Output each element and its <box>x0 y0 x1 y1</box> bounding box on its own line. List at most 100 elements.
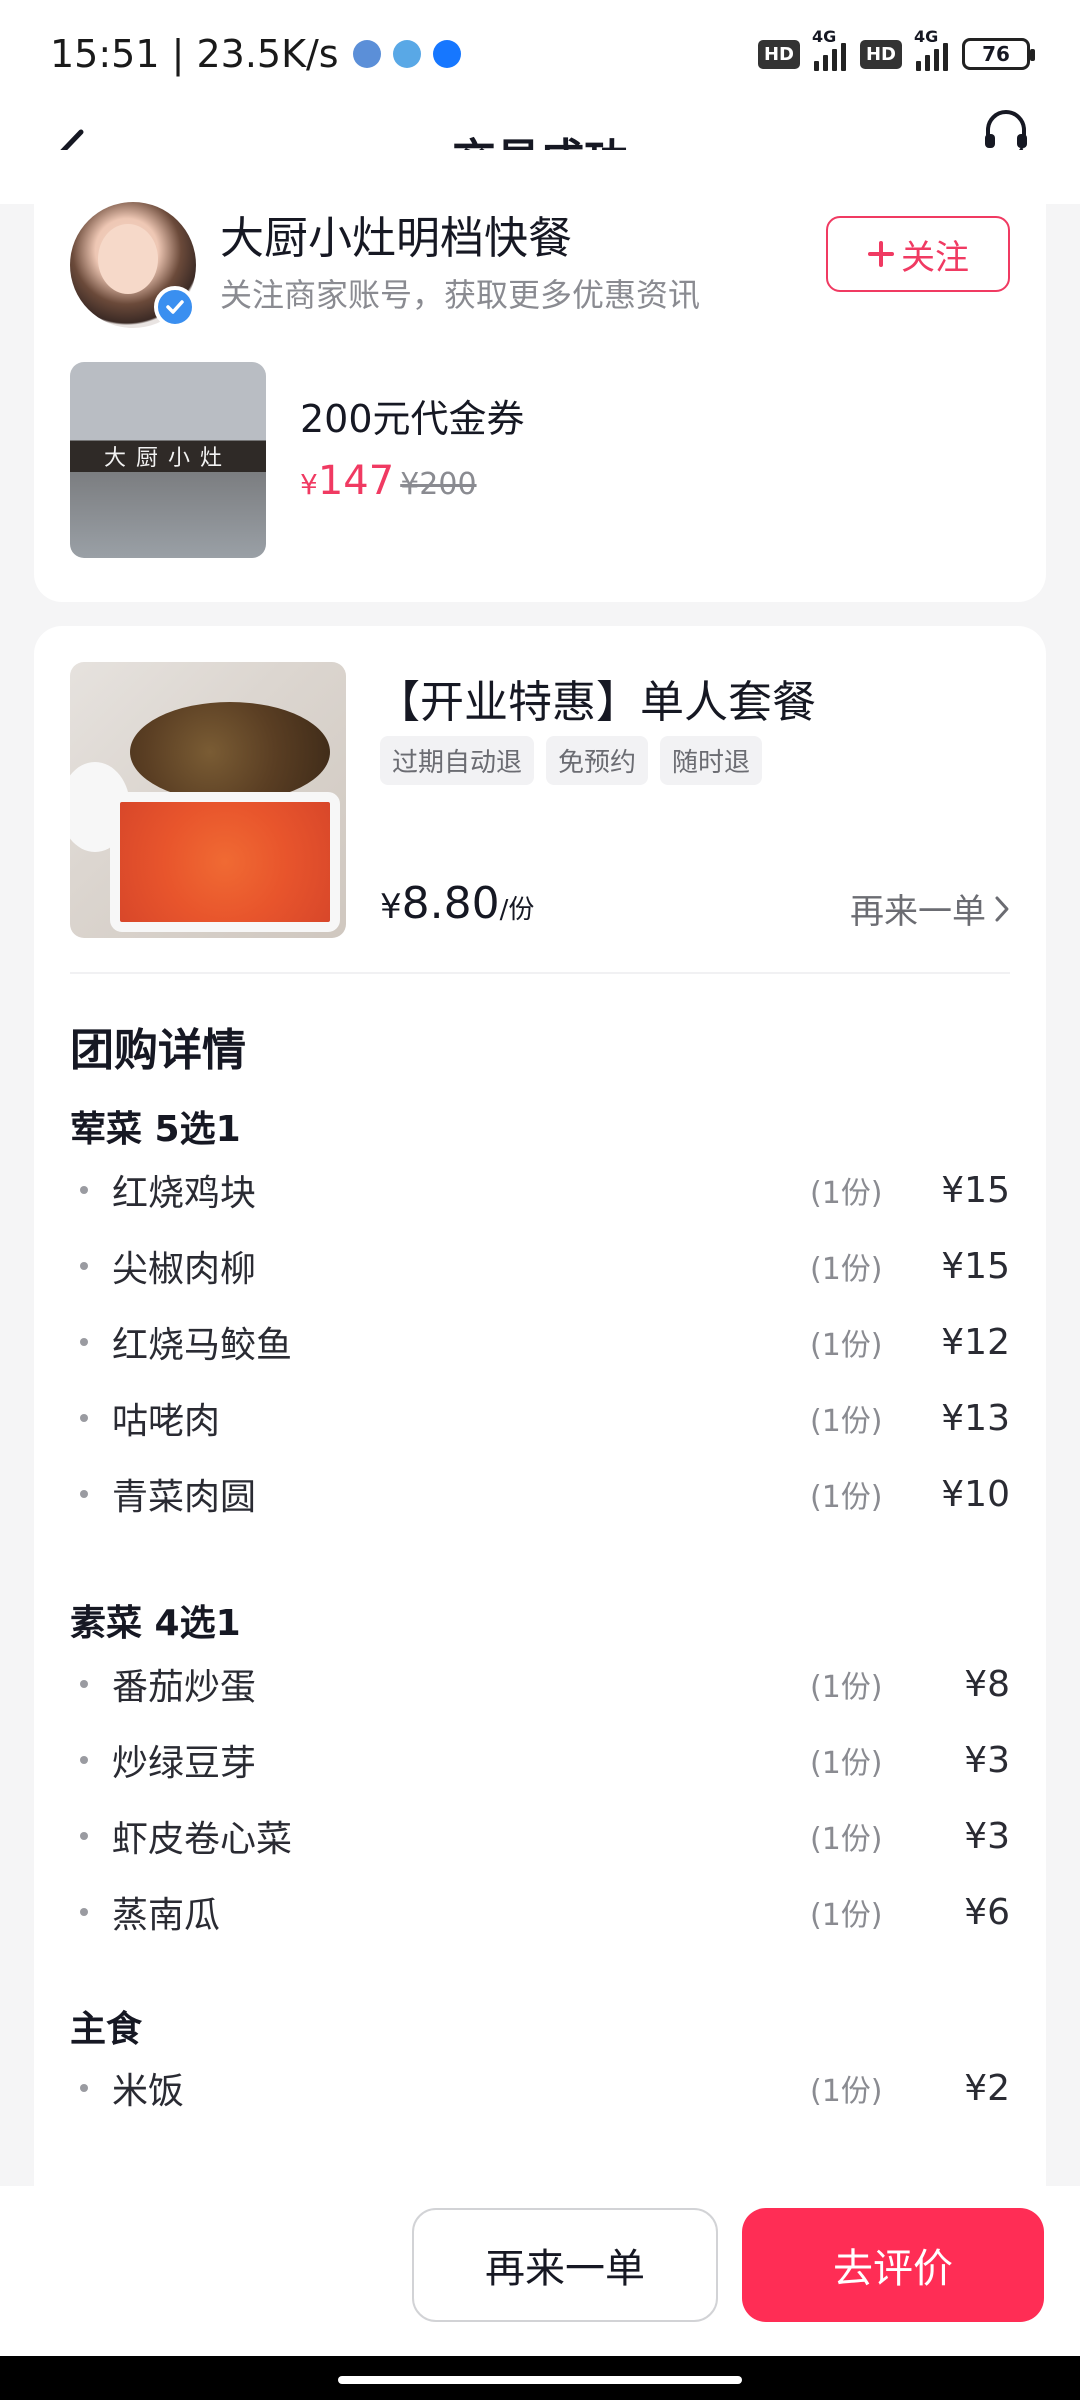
store-row: 大厨小灶明档快餐 关注商家账号，获取更多优惠资讯 关注 <box>70 202 1010 328</box>
store-name[interactable]: 大厨小灶明档快餐 <box>220 202 572 266</box>
browser-icon <box>392 40 421 68</box>
bullet <box>80 1490 88 1498</box>
reorder-link-label: 再来一单 <box>850 892 986 932</box>
deal-tag: 随时退 <box>660 736 763 785</box>
item-qty: (1份) <box>810 1404 883 1439</box>
battery-icon: 76 <box>962 38 1035 70</box>
status-bar: 15:51 | 23.5K/s HD 4G HD 4G 76 <box>0 0 1080 108</box>
store-subtitle: 关注商家账号，获取更多优惠资讯 <box>220 276 701 314</box>
item-name: 蒸南瓜 <box>112 1895 221 1936</box>
item-name: 虾皮卷心菜 <box>112 1819 293 1860</box>
plus-icon <box>868 241 894 267</box>
network-type: 4G <box>811 27 837 46</box>
item-qty: (1份) <box>810 1822 883 1857</box>
home-indicator[interactable] <box>338 2376 742 2384</box>
item-name: 红烧马鲛鱼 <box>112 1325 293 1366</box>
deal-price: ¥ 8.80 /份 <box>380 878 534 929</box>
item-name: 炒绿豆芽 <box>112 1743 257 1784</box>
item-name: 青菜肉圆 <box>112 1477 257 1518</box>
item-qty: (1份) <box>810 1252 883 1287</box>
item-qty: (1份) <box>810 1480 883 1515</box>
status-left: 15:51 | 23.5K/s <box>50 32 461 76</box>
item-price: ¥2 <box>964 2067 1010 2109</box>
alipay-icon <box>432 40 461 68</box>
item-name: 红烧鸡块 <box>112 1173 257 1214</box>
review-button[interactable]: 去评价 <box>742 2208 1044 2322</box>
bullet <box>80 1680 88 1688</box>
group-title: 素菜 4选1 <box>70 1603 241 1644</box>
deal-price-symbol: ¥ <box>380 887 402 927</box>
hd-badge: HD <box>757 39 800 69</box>
list-item: 尖椒肉柳 (1份) ¥15 <box>70 1236 1010 1296</box>
item-price: ¥15 <box>941 1169 1010 1211</box>
notification-icons <box>352 40 461 68</box>
deal-price-amount: 8.80 <box>401 878 500 929</box>
verified-badge-icon <box>154 286 196 328</box>
item-qty: (1份) <box>810 2074 883 2109</box>
item-name: 米饭 <box>112 2071 185 2112</box>
shop-sign-text: 大厨小灶 <box>103 446 232 471</box>
item-price: ¥10 <box>941 1473 1010 1515</box>
list-item: 米饭 (1份) ¥2 <box>70 2058 1010 2118</box>
battery-level: 76 <box>982 42 1010 66</box>
list-item: 蒸南瓜 (1份) ¥6 <box>70 1882 1010 1942</box>
reorder-button[interactable]: 再来一单 <box>412 2208 718 2322</box>
item-qty: (1份) <box>810 1898 883 1933</box>
voucher-title[interactable]: 200元代金券 <box>300 388 525 443</box>
network-type-2: 4G <box>914 27 939 46</box>
item-name: 番茄炒蛋 <box>112 1667 257 1708</box>
divider <box>70 972 1010 974</box>
signal-icon-2: 4G <box>914 27 948 71</box>
item-price: ¥15 <box>941 1245 1010 1287</box>
item-price: ¥3 <box>964 1815 1010 1857</box>
deal-tag: 免预约 <box>546 736 649 785</box>
follow-label: 关注 <box>901 237 969 278</box>
chevron-right-icon <box>995 896 1009 921</box>
deal-tag: 过期自动退 <box>380 736 535 785</box>
bullet <box>80 1338 88 1346</box>
item-name: 尖椒肉柳 <box>112 1249 257 1290</box>
deal-price-unit: /份 <box>499 895 535 925</box>
bullet <box>80 1832 88 1840</box>
list-item: 青菜肉圆 (1份) ¥10 <box>70 1464 1010 1524</box>
item-price: ¥3 <box>964 1739 1010 1781</box>
bullet <box>80 1908 88 1916</box>
status-right: HD 4G HD 4G 76 <box>757 27 1035 71</box>
voucher-current-price: ¥147 <box>300 458 395 504</box>
deal-tags: 过期自动退 免预约 随时退 <box>380 736 763 785</box>
hd-badge-2: HD <box>859 39 902 69</box>
deal-image[interactable] <box>70 662 346 938</box>
reorder-link[interactable]: 再来一单 <box>850 884 1010 933</box>
item-qty: (1份) <box>810 1746 883 1781</box>
shield-icon <box>352 40 381 68</box>
item-qty: (1份) <box>810 1328 883 1363</box>
list-item: 咕咾肉 (1份) ¥13 <box>70 1388 1010 1448</box>
bullet <box>80 2084 88 2092</box>
voucher-image[interactable]: 大厨小灶 <box>70 362 266 558</box>
time-and-speed: 15:51 | 23.5K/s <box>50 32 339 76</box>
voucher-price: ¥147 ¥200 <box>300 458 477 504</box>
bullet <box>80 1414 88 1422</box>
bottom-action-bar: 再来一单 去评价 <box>0 2186 1080 2364</box>
item-price: ¥8 <box>964 1663 1010 1705</box>
list-item: 红烧鸡块 (1份) ¥15 <box>70 1160 1010 1220</box>
item-qty: (1份) <box>810 1670 883 1705</box>
list-item: 虾皮卷心菜 (1份) ¥3 <box>70 1806 1010 1866</box>
deal-title[interactable]: 【开业特惠】单人套餐 <box>376 666 816 730</box>
item-price: ¥13 <box>941 1397 1010 1439</box>
voucher-original-price: ¥200 <box>400 467 477 502</box>
item-price: ¥6 <box>964 1891 1010 1933</box>
store-card: 大厨小灶明档快餐 关注商家账号，获取更多优惠资讯 关注 大厨小灶 200元代金券… <box>34 150 1046 602</box>
list-item: 番茄炒蛋 (1份) ¥8 <box>70 1654 1010 1714</box>
item-name: 咕咾肉 <box>112 1401 221 1442</box>
list-item: 炒绿豆芽 (1份) ¥3 <box>70 1730 1010 1790</box>
bullet <box>80 1262 88 1270</box>
list-item: 红烧马鲛鱼 (1份) ¥12 <box>70 1312 1010 1372</box>
group-title: 主食 <box>70 2009 143 2050</box>
deal-card: 【开业特惠】单人套餐 过期自动退 免预约 随时退 ¥ 8.80 /份 再来一单 … <box>34 626 1046 2186</box>
signal-icon: 4G <box>812 27 846 71</box>
follow-button[interactable]: 关注 <box>826 216 1010 292</box>
bullet <box>80 1756 88 1764</box>
group-title: 荤菜 5选1 <box>70 1109 241 1150</box>
details-section-title: 团购详情 <box>70 1025 246 1076</box>
